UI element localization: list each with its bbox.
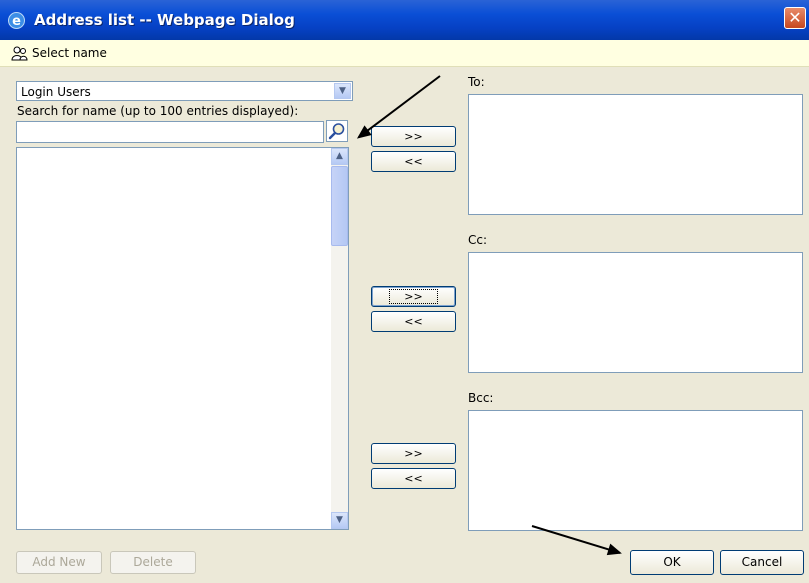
ie-icon: e (8, 12, 25, 29)
names-listbox[interactable]: ▲ ▼ (16, 147, 349, 530)
scroll-up-icon[interactable]: ▲ (331, 148, 348, 165)
window-title: Address list -- Webpage Dialog (34, 11, 295, 29)
delete-button[interactable]: Delete (110, 551, 196, 574)
address-list-dialog: e Address list -- Webpage Dialog ✕ Selec… (0, 0, 809, 583)
search-label: Search for name (up to 100 entries displ… (17, 104, 299, 118)
info-bar (0, 40, 809, 67)
add-cc-label: >> (389, 289, 438, 304)
directory-selected: Login Users (21, 85, 91, 99)
search-input[interactable] (16, 121, 324, 143)
scroll-down-icon[interactable]: ▼ (331, 512, 348, 529)
header-label: Select name (32, 46, 107, 60)
bcc-label: Bcc: (468, 391, 494, 405)
title-bar[interactable]: e Address list -- Webpage Dialog ✕ (0, 0, 809, 40)
to-label: To: (468, 75, 485, 89)
add-to-button[interactable]: >> (371, 126, 456, 147)
chevron-down-icon[interactable]: ▼ (334, 83, 351, 99)
scroll-thumb[interactable] (331, 166, 348, 246)
cc-recipients-box[interactable] (468, 252, 803, 373)
ok-button[interactable]: OK (630, 550, 714, 575)
people-icon (11, 46, 28, 61)
add-bcc-button[interactable]: >> (371, 443, 456, 464)
close-button[interactable]: ✕ (784, 7, 806, 29)
cancel-button[interactable]: Cancel (720, 550, 804, 575)
magnifier-icon (328, 123, 345, 140)
remove-bcc-button[interactable]: << (371, 468, 456, 489)
add-new-button[interactable]: Add New (16, 551, 102, 574)
listbox-scrollbar[interactable]: ▲ ▼ (331, 148, 348, 529)
add-cc-button[interactable]: >> (371, 286, 456, 307)
search-button[interactable] (326, 120, 348, 142)
to-recipients-box[interactable] (468, 94, 803, 215)
remove-to-button[interactable]: << (371, 151, 456, 172)
remove-cc-button[interactable]: << (371, 311, 456, 332)
directory-dropdown[interactable]: Login Users ▼ (16, 81, 353, 101)
bcc-recipients-box[interactable] (468, 410, 803, 531)
cc-label: Cc: (468, 233, 488, 247)
